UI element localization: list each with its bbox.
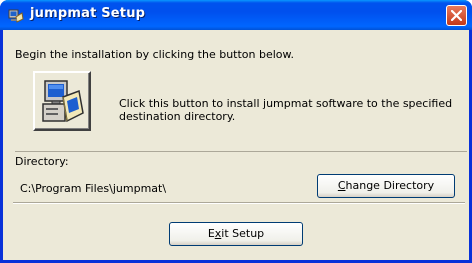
computer-install-icon — [42, 80, 84, 123]
install-button[interactable] — [33, 71, 91, 131]
exit-setup-button[interactable]: Exit Setup — [169, 222, 303, 246]
install-description: Click this button to install jumpmat sof… — [119, 97, 453, 123]
exit-label-end: it Setup — [221, 227, 265, 240]
divider — [13, 202, 465, 204]
setup-app-icon — [8, 9, 24, 23]
close-icon — [451, 10, 462, 21]
change-directory-button[interactable]: Change Directory — [317, 174, 455, 198]
change-directory-mnemonic: C — [337, 179, 346, 192]
setup-window: jumpmat Setup Begin the installation by … — [0, 0, 472, 263]
exit-label-start: E — [207, 227, 215, 240]
intro-text: Begin the installation by clicking the b… — [15, 48, 295, 61]
window-title: jumpmat Setup — [30, 6, 146, 21]
directory-path: C:\Program Files\jumpmat\ — [20, 182, 167, 195]
close-button[interactable] — [446, 5, 467, 26]
directory-label: Directory: — [15, 155, 69, 168]
change-directory-label: hange Directory — [345, 179, 435, 192]
title-bar[interactable]: jumpmat Setup — [0, 0, 472, 30]
